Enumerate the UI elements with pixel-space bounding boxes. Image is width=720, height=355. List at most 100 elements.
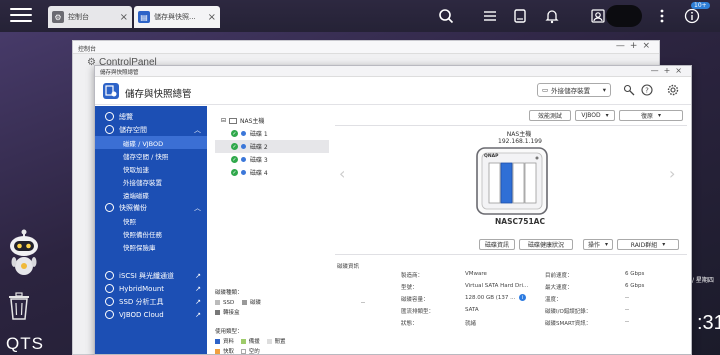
nas-icon xyxy=(229,117,238,124)
legend-hdd: 磁碟 xyxy=(249,300,261,306)
app-title: 儲存與快照總管 xyxy=(125,89,192,100)
model-value: Virtual SATA Hard Dri... xyxy=(465,283,529,289)
tree-root-nas[interactable]: ⊟ NAS主機 xyxy=(215,114,329,127)
helpdesk-robot-icon[interactable] xyxy=(6,228,42,276)
nas-name: NAS主機 xyxy=(506,131,532,138)
external-link-icon: ↗ xyxy=(195,271,201,280)
raid-group-dropdown[interactable]: RAID群組 xyxy=(617,239,679,250)
sidebar-item-storage-space[interactable]: 儲存空間 ︿ xyxy=(95,123,207,136)
disk-tree: ⊟ NAS主機 ✓ 磁碟 1 ✓ 磁碟 2 ✓ 磁碟 3 ✓ 磁碟 4 xyxy=(215,114,329,354)
window-titlebar: 控制台 —+× xyxy=(73,41,659,54)
close-icon[interactable]: × xyxy=(120,12,128,23)
more-icon[interactable] xyxy=(652,6,672,26)
info-icon[interactable] xyxy=(682,6,702,26)
background-tasks-icon[interactable] xyxy=(480,6,500,26)
sidebar-item-vjbod-cloud[interactable]: VJBOD Cloud ↗ xyxy=(95,308,207,321)
legend-title: 使用類型： xyxy=(215,329,243,335)
disk-health-button[interactable]: 磁碟健康狀況 xyxy=(519,239,573,250)
io-error-value: -- xyxy=(625,307,629,313)
sidebar-item-iscsi[interactable]: iSCSI 與光纖通道 ↗ xyxy=(95,269,207,282)
window-controls[interactable]: —+× xyxy=(651,66,687,75)
current-speed-value: 6 Gbps xyxy=(625,271,645,277)
legend-ssd: SSD xyxy=(223,300,235,306)
sidebar-item-snapshot-backup-jobs[interactable]: 快照備份任務 xyxy=(95,227,207,240)
sidebar-item-snapshot-vault[interactable]: 快照保險庫 xyxy=(95,240,207,253)
settings-gear-icon[interactable] xyxy=(667,84,679,96)
vjbod-dropdown[interactable]: VJBOD xyxy=(575,110,615,121)
sidebar-item-label: 磁碟 / VJBOD xyxy=(123,139,164,148)
weekday-label: / 星期四 xyxy=(692,277,714,284)
tree-disk-1[interactable]: ✓ 磁碟 1 xyxy=(215,127,329,140)
chevron-up-icon[interactable]: ︿ xyxy=(194,125,201,135)
external-storage-select[interactable]: ▭ 外接儲存裝置 ▾ xyxy=(537,83,611,97)
external-device-icon[interactable] xyxy=(510,6,530,26)
recycle-bin-icon[interactable] xyxy=(8,292,30,320)
sidebar-item-label: 快照保險庫 xyxy=(123,243,156,252)
info-icon[interactable]: i xyxy=(519,294,526,301)
storage-app-icon xyxy=(103,83,119,99)
hybridmount-icon xyxy=(105,284,114,293)
sidebar-item-snapshot-backup[interactable]: 快照備份 ︿ xyxy=(95,201,207,214)
manufacturer-value: VMware xyxy=(465,271,487,277)
tree-disk-4[interactable]: ✓ 磁碟 4 xyxy=(215,166,329,179)
help-icon[interactable]: ? xyxy=(641,84,653,96)
nas-brand-label: QNAP xyxy=(484,154,499,159)
sidebar-item-storage-snapshots[interactable]: 儲存空間 / 快照 xyxy=(95,149,207,162)
operations-dropdown[interactable]: 操作 xyxy=(583,239,613,250)
sidebar-item-ssd-analysis[interactable]: SSD 分析工具 ↗ xyxy=(95,295,207,308)
window-title: 儲存與快照總管 xyxy=(100,70,139,76)
tree-label: 磁碟 2 xyxy=(250,144,268,151)
iscsi-icon xyxy=(105,271,114,280)
tree-disk-3[interactable]: ✓ 磁碟 3 xyxy=(215,153,329,166)
next-arrow-icon[interactable]: › xyxy=(669,164,675,183)
avatar[interactable] xyxy=(606,5,642,27)
chevron-up-icon[interactable]: ︿ xyxy=(194,203,201,213)
capacity-label: 磁碟容量： xyxy=(401,297,429,303)
tree-label: NAS主機 xyxy=(240,118,265,125)
main-menu-icon[interactable] xyxy=(10,8,32,24)
sidebar-item-label: VJBOD Cloud xyxy=(119,310,164,319)
tree-disk-2[interactable]: ✓ 磁碟 2 xyxy=(215,140,329,153)
tools-icon[interactable] xyxy=(623,84,635,96)
nas-device-illustration[interactable]: QNAP xyxy=(474,146,550,216)
legend-title: 磁碟種類： xyxy=(215,290,243,296)
sidebar-item-hybridmount[interactable]: HybridMount ↗ xyxy=(95,282,207,295)
ok-check-icon: ✓ xyxy=(231,156,238,163)
legend-empty: 空的 xyxy=(248,349,260,355)
external-link-icon: ↗ xyxy=(195,297,201,306)
idle-swatch xyxy=(266,339,272,344)
sidebar-item-label: 快照備份 xyxy=(119,203,147,212)
hdd-dot-icon xyxy=(241,144,246,149)
window-controls[interactable]: —+× xyxy=(616,41,655,51)
storage-snapshots-window[interactable]: 儲存與快照總管 —+× 儲存與快照總管 ▭ 外接儲存裝置 ▾ ? 總覽 儲存空間… xyxy=(94,65,692,355)
previous-arrow-icon[interactable]: ‹ xyxy=(339,164,345,183)
sidebar-item-external-storage[interactable]: 外接儲存裝置 xyxy=(95,175,207,188)
sidebar-item-snapshots[interactable]: 快照 xyxy=(95,214,207,227)
bus-type-value: SATA xyxy=(465,307,479,313)
bell-icon[interactable] xyxy=(542,6,562,26)
raid-group-label: RAID群組 xyxy=(630,242,658,249)
tab-storage-snapshots[interactable]: ▤ 儲存與快照... × xyxy=(134,6,220,28)
user-icon[interactable] xyxy=(588,6,608,26)
disk-info-button[interactable]: 磁碟資訊 xyxy=(479,239,515,250)
restore-dropdown[interactable]: 復原 xyxy=(619,110,683,121)
smart-info-value: -- xyxy=(625,319,629,325)
search-icon[interactable] xyxy=(436,6,456,26)
tab-control-panel[interactable]: ⚙ 控制台 × xyxy=(48,6,132,28)
hdd-dot-icon xyxy=(241,170,246,175)
ssd-swatch xyxy=(215,300,220,305)
collapse-icon[interactable]: ⊟ xyxy=(221,117,226,124)
sidebar-item-overview[interactable]: 總覽 xyxy=(95,110,207,123)
sidebar-item-label: HybridMount xyxy=(119,284,165,293)
performance-test-button[interactable]: 效能測試 xyxy=(529,110,571,121)
sidebar-item-cache-acceleration[interactable]: 快取加速 xyxy=(95,162,207,175)
external-link-icon: ↗ xyxy=(195,310,201,319)
close-icon[interactable]: × xyxy=(208,12,216,23)
divider xyxy=(335,254,687,255)
sidebar-item-label: 快照 xyxy=(123,217,136,226)
sidebar-item-disks-vjbod[interactable]: 磁碟 / VJBOD xyxy=(95,136,207,149)
external-storage-label: 外接儲存裝置 xyxy=(551,87,591,95)
sidebar-item-remote-disk[interactable]: 遠端磁碟 xyxy=(95,188,207,201)
sidebar-item-label: 儲存空間 / 快照 xyxy=(123,152,169,161)
sidebar-item-label: 快照備份任務 xyxy=(123,230,162,239)
